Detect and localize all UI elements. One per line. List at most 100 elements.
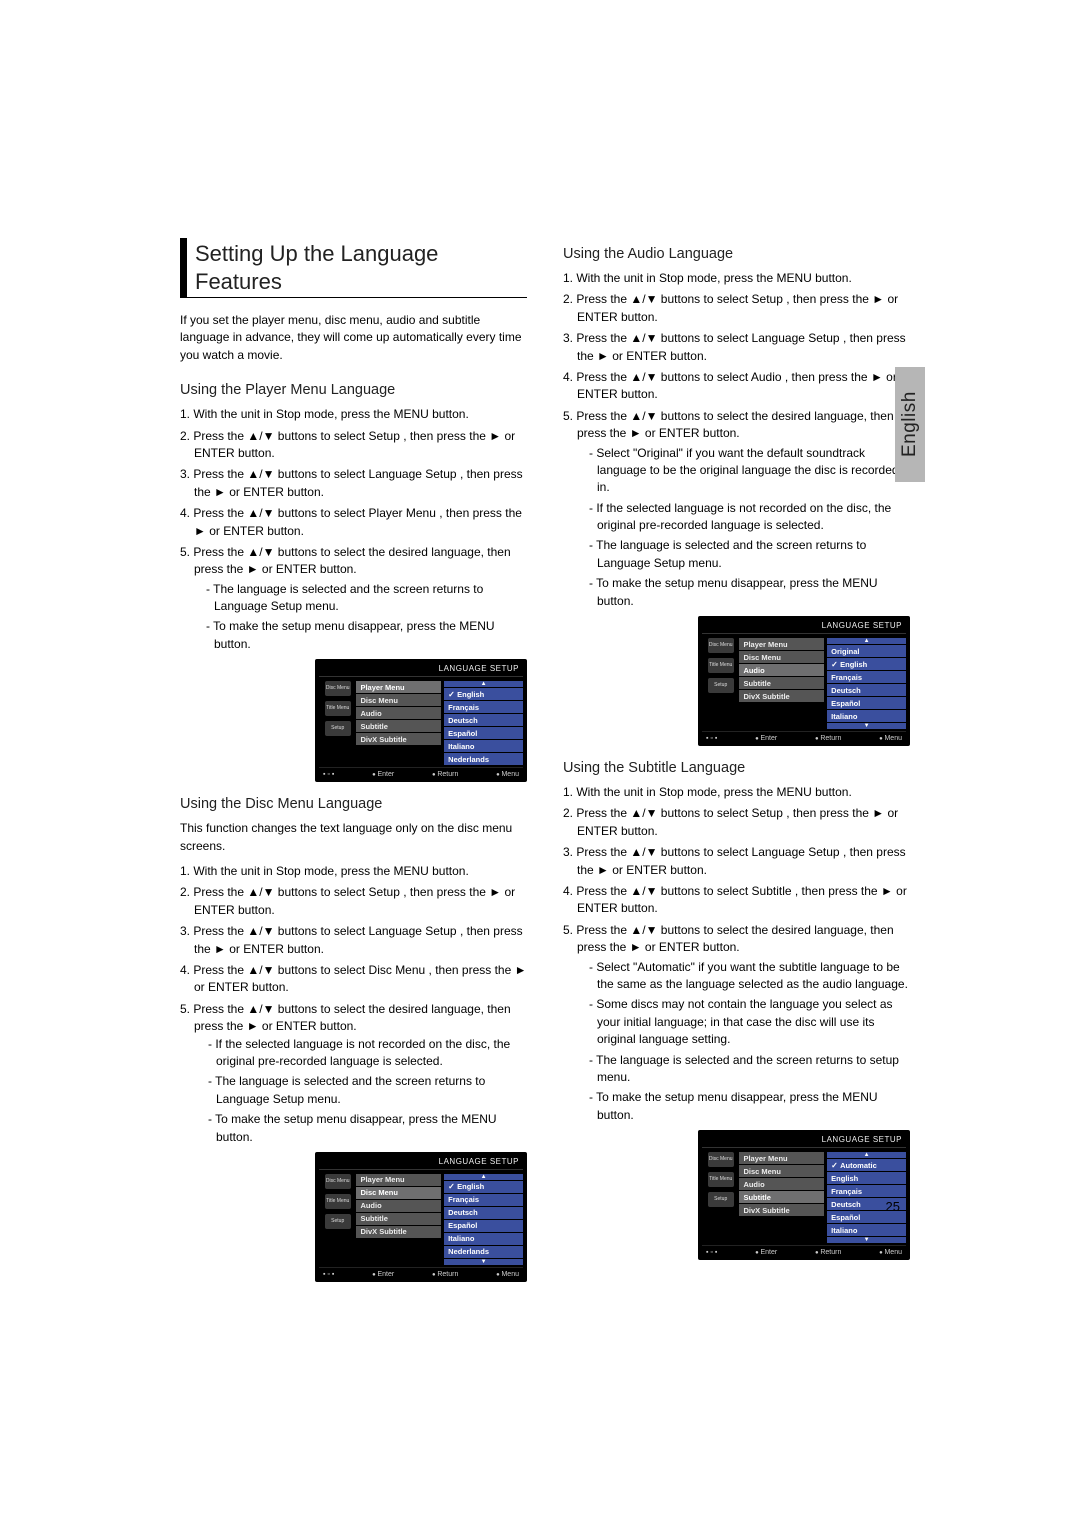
t: 4. Press the <box>180 963 247 977</box>
osd-menu-item: Player Menu <box>356 681 441 693</box>
right-icon: ► <box>214 942 226 956</box>
osd-foot-label: Enter <box>372 1271 394 1278</box>
osd-page-dots: ▪ ▫ ▪ <box>323 771 334 778</box>
osd-icon: Title Menu <box>708 658 734 673</box>
osd-foot-label: Return <box>815 735 841 742</box>
right-icon: ► <box>489 885 501 899</box>
step: 5. Press the ▲/▼ buttons to select the d… <box>180 544 527 653</box>
osd-icon: Setup <box>708 1192 734 1207</box>
osd-icon: Title Menu <box>325 1194 351 1209</box>
step: 4. Press the ▲/▼ buttons to select Subti… <box>563 883 910 918</box>
right-icon: ► <box>597 863 609 877</box>
step: 2. Press the ▲/▼ buttons to select Setup… <box>563 291 910 326</box>
osd-option: Français <box>444 1194 523 1206</box>
t: 5. Press the <box>180 545 247 559</box>
osd-menu-item: DivX Subtitle <box>739 690 824 702</box>
subheading-player-menu: Using the Player Menu Language <box>180 382 527 398</box>
t: or ENTER button. <box>206 524 304 538</box>
osd-option: English <box>827 658 906 670</box>
osd-page-dots: ▪ ▫ ▪ <box>706 735 717 742</box>
t: buttons to select Setup , then press the <box>274 885 489 899</box>
osd-option: Automatic <box>827 1159 906 1171</box>
osd-option: English <box>444 688 523 700</box>
step: 1. With the unit in Stop mode, press the… <box>180 406 527 423</box>
updown-icon: ▲/▼ <box>247 963 274 977</box>
step: 3. Press the ▲/▼ buttons to select Langu… <box>563 844 910 879</box>
down-arrow-icon: ▼ <box>444 1259 523 1265</box>
step: 3. Press the ▲/▼ buttons to select Langu… <box>180 923 527 958</box>
osd-title: LANGUAGE SETUP <box>702 1133 906 1148</box>
note: - To make the setup menu disappear, pres… <box>577 1089 910 1124</box>
osd-menu-item: DivX Subtitle <box>356 733 441 745</box>
osd-menu-item: Audio <box>739 1178 824 1190</box>
right-icon: ► <box>872 806 884 820</box>
right-icon: ► <box>247 562 259 576</box>
up-arrow-icon: ▲ <box>827 638 906 644</box>
section-intro: If you set the player menu, disc menu, a… <box>180 312 527 364</box>
t: 2. Press the <box>180 429 247 443</box>
step: 1. With the unit in Stop mode, press the… <box>180 863 527 880</box>
t: 3. Press the <box>563 331 630 345</box>
osd-foot-label: Enter <box>755 1249 777 1256</box>
osd-foot-label: Enter <box>372 771 394 778</box>
note: - If the selected language is not record… <box>577 500 910 535</box>
osd-page-dots: ▪ ▫ ▪ <box>706 1249 717 1256</box>
t: 3. Press the <box>180 924 247 938</box>
osd-icon: Disc Menu <box>708 638 734 653</box>
osd-icon: Setup <box>325 721 351 736</box>
t: or ENTER button. <box>226 942 324 956</box>
step: 1. With the unit in Stop mode, press the… <box>563 784 910 801</box>
osd-menu-item: Disc Menu <box>739 1165 824 1177</box>
osd-menu-item: Audio <box>356 1200 441 1212</box>
t: or ENTER button. <box>642 426 740 440</box>
note: - Select "Automatic" if you want the sub… <box>577 959 910 994</box>
step: 2. Press the ▲/▼ buttons to select Setup… <box>180 884 527 919</box>
osd-option: Français <box>827 1185 906 1197</box>
osd-menu-item: DivX Subtitle <box>739 1204 824 1216</box>
osd-foot-label: Return <box>432 1271 458 1278</box>
note: - The language is selected and the scree… <box>194 1073 527 1108</box>
osd-menu-item: Subtitle <box>356 720 441 732</box>
t: buttons to select Disc Menu , then press… <box>274 963 514 977</box>
osd-foot-label: Menu <box>496 771 519 778</box>
updown-icon: ▲/▼ <box>247 429 274 443</box>
note: - Select "Original" if you want the defa… <box>577 445 910 497</box>
right-icon: ► <box>489 429 501 443</box>
note: - The language is selected and the scree… <box>577 1052 910 1087</box>
osd-option: Italiano <box>444 740 523 752</box>
down-arrow-icon: ▼ <box>827 1237 906 1243</box>
right-icon: ► <box>871 370 883 384</box>
osd-option: Original <box>827 645 906 657</box>
t: 3. Press the <box>563 845 630 859</box>
t: 4. Press the <box>563 884 630 898</box>
osd-menu-item: Subtitle <box>739 677 824 689</box>
up-arrow-icon: ▲ <box>827 1152 906 1158</box>
disc-menu-intro: This function changes the text language … <box>180 820 527 855</box>
osd-panel-player-menu: LANGUAGE SETUPDisc MenuTitle MenuSetupPl… <box>315 659 527 782</box>
step: 4. Press the ▲/▼ buttons to select Disc … <box>180 962 527 997</box>
subheading-subtitle: Using the Subtitle Language <box>563 760 910 776</box>
right-icon: ► <box>214 485 226 499</box>
osd-menu-item: DivX Subtitle <box>356 1226 441 1238</box>
osd-option: Nederlands <box>444 753 523 765</box>
t: 2. Press the <box>563 292 630 306</box>
note: - If the selected language is not record… <box>194 1036 527 1071</box>
osd-option: Deutsch <box>444 1207 523 1219</box>
step: 4. Press the ▲/▼ buttons to select Audio… <box>563 369 910 404</box>
step: 2. Press the ▲/▼ buttons to select Setup… <box>563 805 910 840</box>
note: - To make the setup menu disappear, pres… <box>194 1111 527 1146</box>
osd-menu-item: Subtitle <box>739 1191 824 1203</box>
t: 4. Press the <box>180 506 247 520</box>
osd-icon: Setup <box>708 678 734 693</box>
right-icon: ► <box>194 524 206 538</box>
step: 3. Press the ▲/▼ buttons to select Langu… <box>563 330 910 365</box>
steps-player-menu: 1. With the unit in Stop mode, press the… <box>180 406 527 653</box>
right-icon: ► <box>515 963 527 977</box>
osd-foot-label: Menu <box>879 1249 902 1256</box>
updown-icon: ▲/▼ <box>630 845 657 859</box>
osd-foot-label: Return <box>432 771 458 778</box>
right-icon: ► <box>630 426 642 440</box>
t: or ENTER button. <box>259 1019 357 1033</box>
t: 5. Press the <box>563 409 630 423</box>
osd-menu-item: Player Menu <box>739 638 824 650</box>
